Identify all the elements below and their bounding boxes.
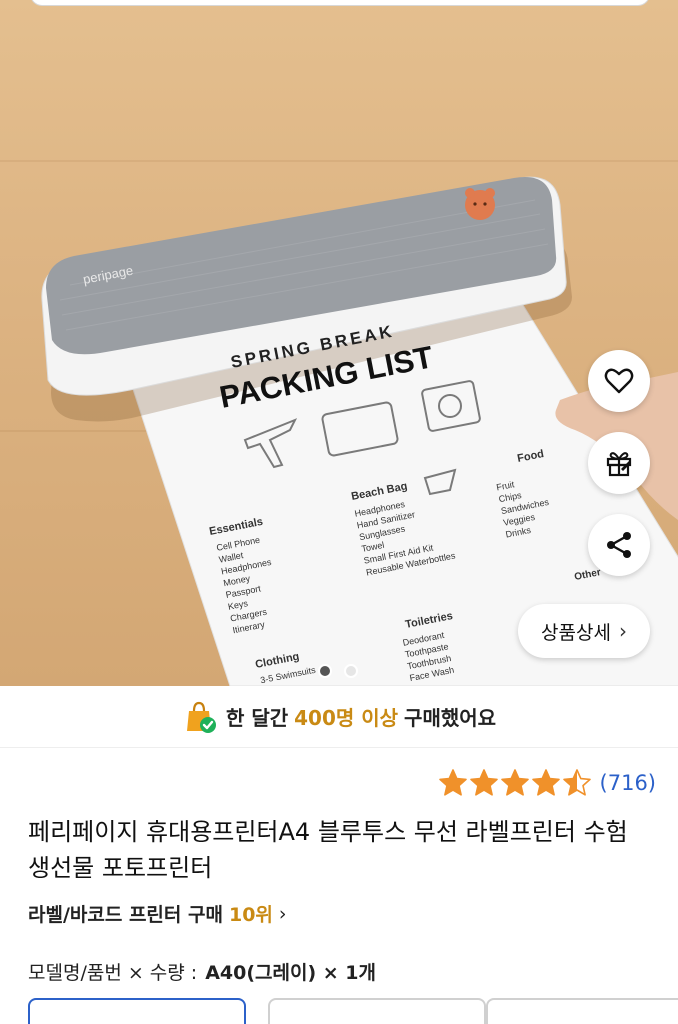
category-rank-link[interactable]: 라벨/바코드 프린터 구매 10위 ›	[28, 900, 287, 927]
option-card[interactable]	[486, 998, 678, 1024]
purchase-count-text: 한 달간 400명 이상 구매했어요	[226, 702, 496, 731]
share-button[interactable]	[588, 514, 650, 576]
star-icon	[438, 768, 468, 798]
rank-position: 10위	[228, 904, 273, 926]
rating-stars	[438, 768, 592, 798]
chevron-right-icon: ›	[278, 902, 287, 925]
star-icon	[531, 768, 561, 798]
chevron-right-icon: ›	[618, 619, 627, 643]
carousel-dot[interactable]	[344, 664, 358, 678]
option-cards	[28, 998, 678, 1024]
product-detail-button[interactable]: 상품상세 ›	[518, 604, 650, 658]
share-icon	[607, 532, 631, 558]
carousel-dot-active[interactable]	[318, 664, 332, 678]
option-card[interactable]	[268, 998, 486, 1024]
rank-category: 라벨/바코드 프린터 구매	[28, 904, 223, 926]
star-icon	[562, 768, 592, 798]
product-detail-label: 상품상세	[541, 621, 611, 644]
carousel-indicator	[318, 664, 358, 678]
purchase-suffix: 구매했어요	[404, 706, 497, 730]
review-count[interactable]: (716)	[600, 771, 656, 795]
product-title: 페리페이지 휴대용프린터A4 블루투스 무선 라벨프린터 수험생선물 포토프린터	[28, 818, 628, 882]
heart-icon	[604, 368, 634, 394]
gift-icon	[606, 452, 632, 477]
gift-button[interactable]	[588, 432, 650, 494]
purchase-prefix: 한 달간	[225, 706, 289, 730]
like-button[interactable]	[588, 350, 650, 412]
star-icon	[500, 768, 530, 798]
star-icon	[469, 768, 499, 798]
product-photo: peripage SPRING BREAK PACKING LIST Essen…	[41, 176, 678, 686]
option-value: A40(그레이) × 1개	[205, 962, 377, 984]
purchase-count-banner: 한 달간 400명 이상 구매했어요	[0, 686, 678, 748]
shopping-bag-icon	[186, 701, 216, 733]
purchase-count: 400명 이상	[294, 706, 399, 730]
selected-option: 모델명/품번 × 수량 : A40(그레이) × 1개	[28, 958, 376, 985]
option-card-selected[interactable]	[28, 998, 246, 1024]
option-label: 모델명/품번 × 수량 :	[28, 962, 198, 984]
product-image-carousel[interactable]: peripage SPRING BREAK PACKING LIST Essen…	[0, 0, 678, 686]
product-rating[interactable]: (716)	[438, 768, 656, 798]
